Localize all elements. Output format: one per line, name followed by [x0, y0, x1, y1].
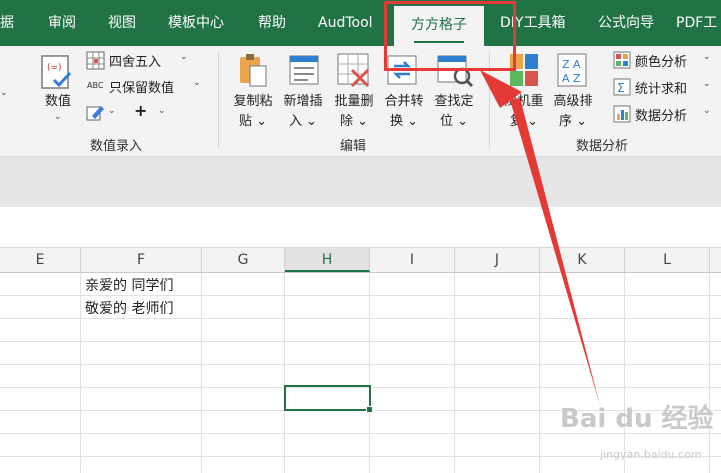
- watermark-label: Bai du 经验: [560, 404, 714, 434]
- watermark-url: jingyan.baidu.com: [600, 448, 702, 461]
- watermark-text: Bai du 经验: [560, 398, 714, 435]
- watermark-url-label: jingyan.baidu.com: [600, 448, 702, 461]
